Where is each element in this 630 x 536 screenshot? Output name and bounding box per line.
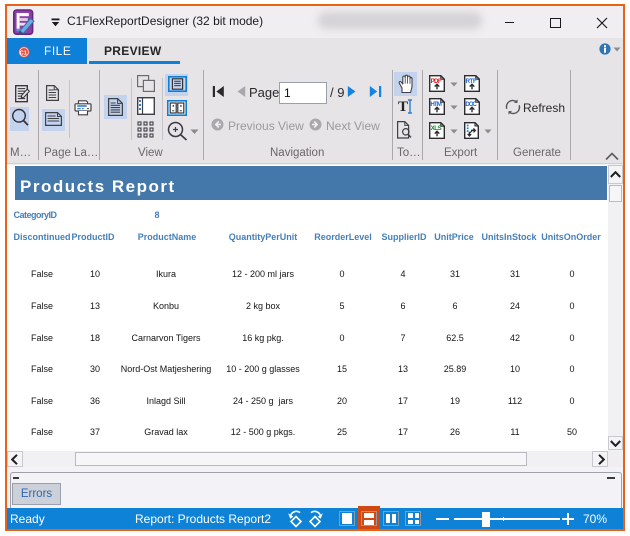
svg-text:C1: C1	[20, 50, 28, 56]
svg-text:XLS: XLS	[431, 125, 442, 132]
svg-text:RTF: RTF	[466, 78, 477, 85]
svg-text:PDF: PDF	[431, 78, 442, 85]
svg-text:HTM: HTM	[430, 101, 442, 108]
svg-text:DOC: DOC	[465, 101, 477, 108]
